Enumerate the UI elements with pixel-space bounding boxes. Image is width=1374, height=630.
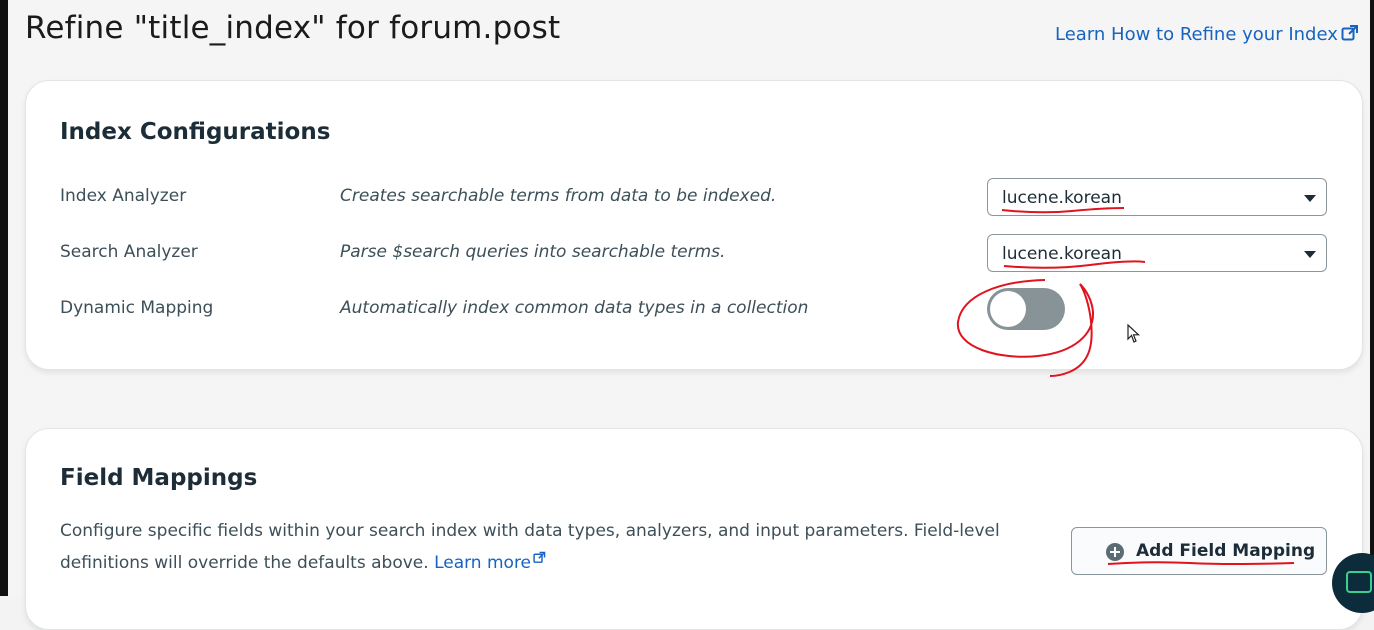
learn-refine-link[interactable]: Learn How to Refine your Index xyxy=(1055,24,1359,47)
search-analyzer-description: Parse $search queries into searchable te… xyxy=(340,242,726,262)
field-mappings-card: Field Mappings Configure specific fields… xyxy=(25,428,1363,630)
dynamic-mapping-description: Automatically index common data types in… xyxy=(340,298,809,318)
dynamic-mapping-toggle[interactable] xyxy=(987,288,1065,330)
add-field-mapping-label: Add Field Mapping xyxy=(1136,541,1316,561)
search-analyzer-select[interactable]: lucene.korean xyxy=(987,234,1327,272)
add-field-mapping-button[interactable]: Add Field Mapping xyxy=(1071,527,1327,575)
page-title: Refine "title_index" for forum.post xyxy=(25,10,561,46)
index-configurations-card: Index Configurations Index Analyzer Crea… xyxy=(25,80,1363,370)
chat-icon xyxy=(1346,571,1372,593)
search-analyzer-label: Search Analyzer xyxy=(60,242,198,262)
learn-more-link[interactable]: Learn more xyxy=(434,553,531,573)
index-analyzer-label: Index Analyzer xyxy=(60,186,187,206)
external-link-icon xyxy=(533,545,546,573)
field-mappings-title: Field Mappings xyxy=(60,465,258,491)
index-analyzer-description: Creates searchable terms from data to be… xyxy=(340,186,777,206)
mouse-cursor-icon xyxy=(1127,323,1141,348)
toggle-knob xyxy=(990,291,1026,327)
chevron-down-icon xyxy=(1304,195,1316,202)
index-analyzer-value: lucene.korean xyxy=(1002,188,1122,208)
screen: Refine "title_index" for forum.post Lear… xyxy=(0,0,1374,630)
field-mappings-description: Configure specific fields within your se… xyxy=(60,517,1020,577)
learn-refine-link-label: Learn How to Refine your Index xyxy=(1055,24,1338,45)
left-border xyxy=(0,0,8,596)
index-configurations-title: Index Configurations xyxy=(60,119,331,145)
page: Refine "title_index" for forum.post Lear… xyxy=(8,0,1370,630)
search-analyzer-value: lucene.korean xyxy=(1002,244,1122,264)
external-link-icon xyxy=(1341,24,1359,47)
right-border xyxy=(1370,0,1374,596)
plus-circle-icon xyxy=(1106,543,1124,561)
dynamic-mapping-label: Dynamic Mapping xyxy=(60,298,214,318)
chevron-down-icon xyxy=(1304,251,1316,258)
index-analyzer-select[interactable]: lucene.korean xyxy=(987,178,1327,216)
